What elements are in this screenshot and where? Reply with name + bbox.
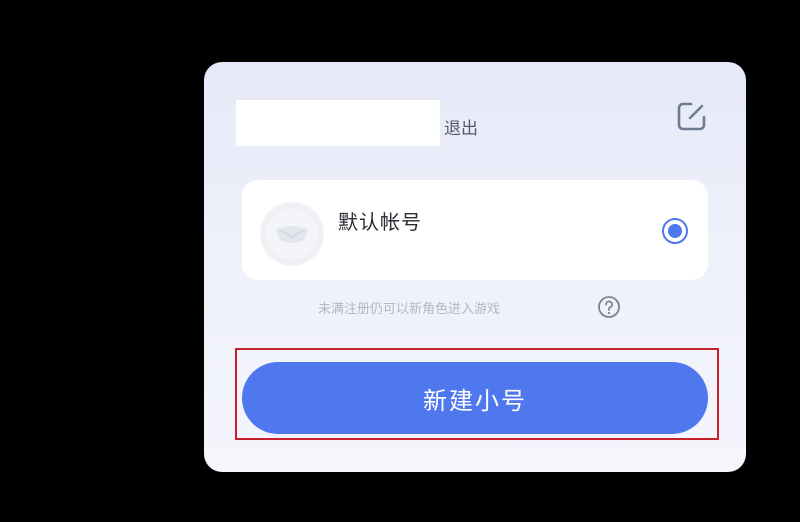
masked-username [236,100,440,146]
account-name: 默认帐号 [338,210,422,234]
question-mark-icon[interactable] [597,295,621,319]
account-switch-dialog: 退出 默认帐号 未满注册仍可以新角色进入游戏 新建小号 [204,62,746,472]
edit-icon[interactable] [674,98,710,134]
account-card-default[interactable]: 默认帐号 [242,180,708,280]
avatar-placeholder-icon [260,202,324,266]
radio-selected-dot [668,224,682,238]
logout-link[interactable]: 退出 [444,114,478,139]
account-radio-selected[interactable] [662,218,688,244]
create-alt-account-button[interactable]: 新建小号 [242,362,708,434]
hint-text: 未满注册仍可以新角色进入游戏 [318,302,501,317]
hint-row: 未满注册仍可以新角色进入游戏 [204,294,746,320]
